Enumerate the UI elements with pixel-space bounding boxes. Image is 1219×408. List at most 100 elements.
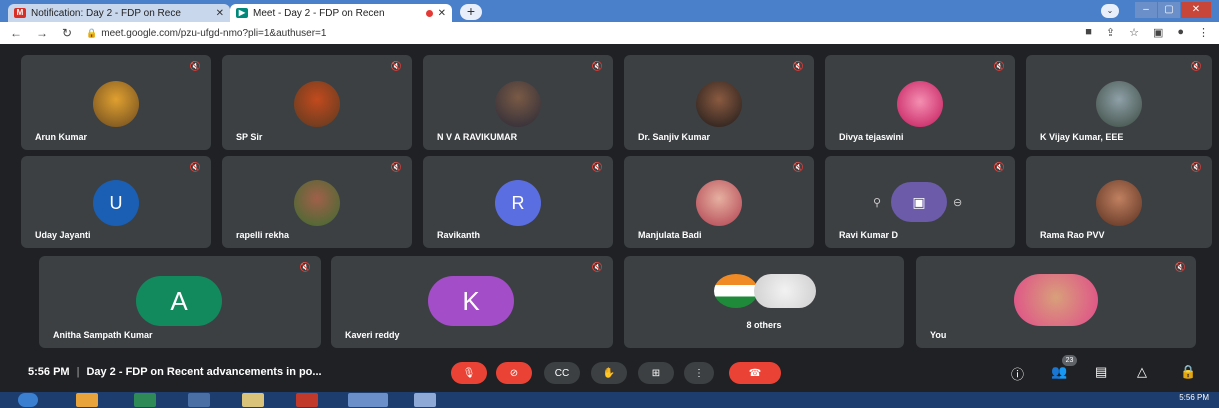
meeting-controls-bar: 5:56 PM | Day 2 - FDP on Recent advancemen… (0, 354, 1219, 392)
hover-controls: ▣ (891, 182, 947, 222)
menu-icon[interactable]: ⋮ (1198, 26, 1209, 39)
start-button[interactable] (18, 393, 38, 407)
participant-tile[interactable]: 🔇 N V A RAVIKUMAR (423, 55, 613, 150)
participant-tile[interactable]: 🔇 Divya tejaswini (825, 55, 1015, 150)
pdf-taskbar-icon[interactable] (296, 393, 318, 407)
mic-muted-icon: 🔇 (591, 162, 603, 172)
meeting-info: 5:56 PM | Day 2 - FDP on Recent advancemen… (28, 366, 322, 378)
meet-icon: ▶ (236, 8, 248, 18)
tab-title: Notification: Day 2 - FDP on Rece (31, 7, 181, 19)
excel-taskbar-icon[interactable] (134, 393, 156, 407)
participant-tile[interactable]: 🔇 Rama Rao PVV (1026, 156, 1212, 248)
participant-tile[interactable]: 🔇 A Anitha Sampath Kumar (39, 256, 321, 348)
participant-name: N V A RAVIKUMAR (437, 132, 518, 142)
mic-muted-icon: 🔇 (591, 262, 603, 272)
separator: | (76, 366, 80, 378)
mic-muted-icon: 🔇 (591, 61, 603, 71)
tab-title: Meet - Day 2 - FDP on Recen (253, 7, 385, 19)
close-tab-icon[interactable]: ✕ (438, 8, 446, 19)
self-tile[interactable]: 🔇 You (916, 256, 1196, 348)
avatar-letter: U (109, 192, 123, 213)
mic-muted-icon: 🔇 (1190, 61, 1202, 71)
participant-name: Ravi Kumar D (839, 230, 899, 240)
back-icon[interactable]: ← (10, 26, 22, 40)
participant-tile[interactable]: 🔇 K Vijay Kumar, EEE (1026, 55, 1212, 150)
chrome-active-taskbar-icon[interactable] (348, 393, 388, 407)
host-controls-icon[interactable]: 🔒 (1180, 364, 1196, 380)
avatar-initial: U (93, 180, 139, 226)
mic-muted-icon: 🔇 (993, 162, 1005, 172)
participant-tile[interactable]: 🔇 U Uday Jayanti (21, 156, 211, 248)
participant-tile[interactable]: 🔇 ⚲ ▣ ⊖ Ravi Kumar D (825, 156, 1015, 248)
remove-icon[interactable]: ⊖ (953, 196, 962, 209)
avatar-letter: R (511, 192, 525, 213)
sidepanel-icon[interactable]: ▣ (1153, 26, 1163, 39)
mic-muted-icon: 🔇 (993, 61, 1005, 71)
mic-muted-icon: 🔇 (189, 162, 201, 172)
participant-tile[interactable]: 🔇 Dr. Sanjiv Kumar (624, 55, 814, 150)
mic-muted-icon: 🔇 (189, 61, 201, 71)
camera-icon[interactable]: ■ (1085, 26, 1092, 39)
participant-name: SP Sir (236, 132, 263, 142)
tab-gmail[interactable]: M Notification: Day 2 - FDP on Rece ✕ (8, 4, 230, 22)
participant-name: Anitha Sampath Kumar (53, 330, 153, 340)
recording-icon (425, 9, 433, 17)
explorer-taskbar-icon[interactable] (414, 393, 436, 407)
camera-toggle-button[interactable]: ⊘ (496, 362, 532, 384)
media-taskbar-icon[interactable] (188, 393, 210, 407)
present-button[interactable]: ⊞ (638, 362, 674, 384)
forward-icon[interactable]: → (36, 26, 48, 40)
participant-tile[interactable]: 🔇 Manjulata Badi (624, 156, 814, 248)
reload-icon[interactable]: ↻ (62, 26, 72, 40)
bookmark-star-icon[interactable]: ☆ (1129, 26, 1139, 39)
people-icon[interactable]: 👥 (1051, 364, 1067, 380)
share-icon[interactable]: ⇪ (1106, 26, 1115, 39)
window-controls: – ▢ ✕ (1135, 2, 1211, 18)
more-options-button[interactable]: ⋮ (684, 362, 714, 384)
minimize-icon[interactable]: – (1135, 2, 1157, 18)
participant-name: Rama Rao PVV (1040, 230, 1105, 240)
chrome-taskbar-icon[interactable] (76, 393, 98, 407)
close-window-icon[interactable]: ✕ (1181, 2, 1211, 18)
participant-tile[interactable]: 🔇 Arun Kumar (21, 55, 211, 150)
participant-name: Ravikanth (437, 230, 481, 240)
avatar-initial: A (136, 276, 222, 326)
participant-name: K Vijay Kumar, EEE (1040, 132, 1124, 142)
avatar-initial: K (428, 276, 514, 326)
avatar (294, 180, 340, 226)
avatar (754, 274, 816, 308)
meeting-details-icon[interactable]: ⓘ (1011, 364, 1024, 383)
url-field[interactable]: 🔒 meet.google.com/pzu-ufgd-nmo?pli=1&aut… (86, 28, 326, 39)
tab-meet[interactable]: ▶ Meet - Day 2 - FDP on Recen ✕ (230, 4, 452, 22)
participant-tile[interactable]: 🔇 SP Sir (222, 55, 412, 150)
close-tab-icon[interactable]: ✕ (216, 8, 224, 19)
raise-hand-button[interactable]: ✋ (591, 362, 627, 384)
mic-muted-icon: 🔇 (390, 162, 402, 172)
participant-tile[interactable]: 🔇 R Ravikanth (423, 156, 613, 248)
leave-call-button[interactable]: ☎ (729, 362, 781, 384)
maximize-icon[interactable]: ▢ (1158, 2, 1180, 18)
avatar-initial: R (495, 180, 541, 226)
mic-muted-icon: 🔇 (1190, 162, 1202, 172)
pin-icon[interactable]: ⚲ (873, 196, 881, 209)
participant-tile[interactable]: 🔇 K Kaveri reddy (331, 256, 613, 348)
meeting-title: Day 2 - FDP on Recent advancements in po… (86, 366, 322, 378)
system-clock[interactable]: 5:56 PM (1179, 393, 1209, 402)
participant-name: Dr. Sanjiv Kumar (638, 132, 711, 142)
tab-search-icon[interactable]: ⌄ (1101, 4, 1119, 18)
participant-name: Arun Kumar (35, 132, 88, 142)
new-tab-button[interactable]: + (460, 4, 482, 20)
meeting-time: 5:56 PM (28, 366, 70, 378)
participant-name: rapelli rekha (236, 230, 290, 240)
notes-taskbar-icon[interactable] (242, 393, 264, 407)
captions-button[interactable]: CC (544, 362, 580, 384)
others-tile[interactable]: 8 others (624, 256, 904, 348)
mic-muted-icon: 🔇 (1174, 262, 1186, 272)
mic-toggle-button[interactable]: 🎙 (451, 362, 487, 384)
activities-icon[interactable]: △ (1137, 364, 1147, 380)
avatar-letter: A (170, 285, 188, 316)
participant-name: You (930, 330, 947, 340)
profile-icon[interactable]: ● (1177, 26, 1184, 39)
participant-tile[interactable]: 🔇 rapelli rekha (222, 156, 412, 248)
chat-icon[interactable]: ▤ (1095, 364, 1107, 380)
